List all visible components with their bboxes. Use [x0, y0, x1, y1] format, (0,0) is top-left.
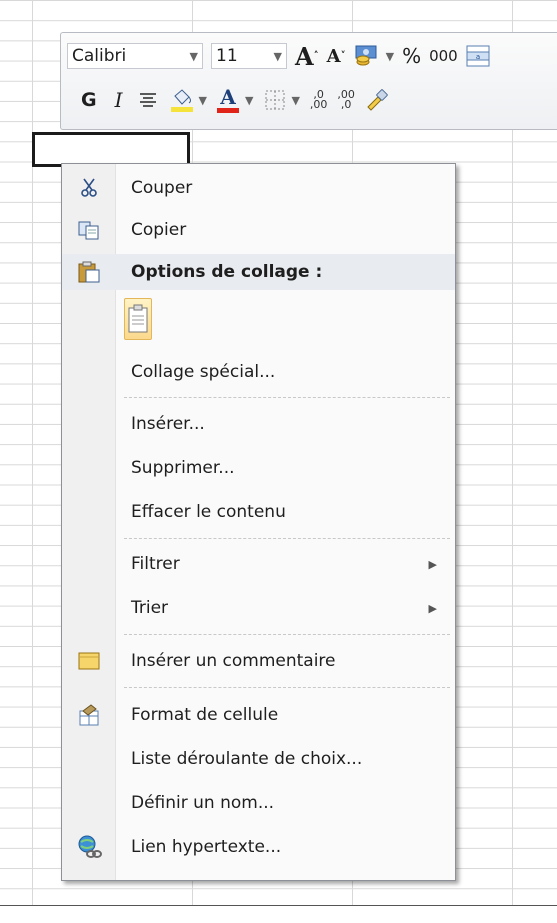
hyperlink-icon — [76, 834, 102, 860]
menu-item-sort[interactable]: Trier ▶ — [62, 590, 455, 626]
format-painter-icon — [367, 89, 388, 111]
chevron-down-icon[interactable]: ▼ — [199, 94, 207, 107]
clipboard-icon — [128, 304, 148, 333]
italic-button[interactable]: I — [115, 85, 123, 115]
borders-icon — [265, 90, 285, 110]
menu-item-label: Supprimer... — [131, 458, 235, 478]
menu-item-label: Copier — [131, 220, 187, 240]
scissors-icon — [76, 175, 102, 201]
menu-item-format-cells[interactable]: Format de cellule — [62, 697, 455, 733]
menu-item-paste-options: Options de collage : — [62, 254, 455, 290]
menu-item-label: Définir un nom... — [131, 793, 275, 813]
menu-item-label: Lien hypertexte... — [131, 837, 282, 857]
chevron-down-icon[interactable]: ▼ — [291, 94, 299, 107]
format-cells-icon — [76, 702, 102, 728]
percent-style-button[interactable]: % — [402, 41, 421, 71]
font-name-combo[interactable]: Calibri ▼ — [67, 43, 203, 69]
menu-item-insert[interactable]: Insérer... — [62, 406, 455, 442]
borders-button[interactable]: ▼ — [265, 85, 300, 115]
menu-item-insert-comment[interactable]: Insérer un commentaire — [62, 643, 455, 679]
submenu-arrow-icon: ▶ — [428, 601, 437, 615]
context-menu: Couper Copier Options de collage : Colla… — [61, 163, 456, 881]
fill-color-button[interactable]: ▼ — [170, 85, 207, 115]
shrink-font-label: A — [326, 45, 341, 67]
bold-button[interactable]: G — [81, 85, 97, 115]
menu-item-label: Format de cellule — [131, 705, 279, 725]
thousands-separator-button[interactable]: 000 — [429, 41, 458, 71]
increase-decimal-button[interactable]: ,0 ,00 — [310, 85, 328, 115]
decrease-decimal-button[interactable]: ,00 ,0 — [337, 85, 355, 115]
chevron-down-icon[interactable]: ▼ — [245, 94, 253, 107]
menu-item-label: Couper — [131, 178, 193, 198]
menu-separator — [124, 634, 450, 635]
merge-cells-icon: a — [466, 45, 490, 67]
money-icon — [355, 45, 377, 66]
paste-option-button[interactable] — [124, 298, 152, 340]
font-name-value: Calibri — [72, 46, 127, 66]
menu-item-filter[interactable]: Filtrer ▶ — [62, 546, 455, 582]
center-align-button[interactable] — [139, 85, 157, 115]
menu-item-delete[interactable]: Supprimer... — [62, 450, 455, 486]
accounting-format-button[interactable]: ▼ — [354, 41, 394, 71]
chevron-down-icon[interactable]: ▼ — [386, 50, 394, 63]
menu-item-label: Insérer un commentaire — [131, 651, 336, 671]
menu-item-copy[interactable]: Copier — [62, 212, 455, 248]
decrease-decimal-bottom: ,0 — [340, 98, 352, 111]
menu-item-paste-special[interactable]: Collage spécial... — [62, 354, 455, 390]
selected-cell[interactable] — [32, 132, 190, 167]
font-color-swatch — [216, 108, 239, 113]
paint-bucket-icon — [173, 89, 191, 105]
menu-item-define-name[interactable]: Définir un nom... — [62, 785, 455, 821]
font-size-value: 11 — [216, 46, 238, 66]
menu-item-cut[interactable]: Couper — [62, 170, 455, 206]
chevron-down-icon[interactable]: ▼ — [190, 50, 198, 63]
menu-item-label: Options de collage : — [131, 262, 323, 282]
menu-item-dropdown-list[interactable]: Liste déroulante de choix... — [62, 741, 455, 777]
sheet-bottom-border — [0, 905, 557, 923]
align-center-icon — [139, 93, 156, 107]
grow-font-button[interactable]: A ˄ — [295, 41, 319, 71]
font-color-letter-icon: A — [220, 85, 236, 109]
grow-font-label: A — [295, 41, 314, 71]
menu-item-label: Insérer... — [131, 414, 205, 434]
copy-icon — [76, 217, 102, 243]
menu-separator — [124, 538, 450, 539]
paste-icon — [76, 259, 102, 285]
menu-item-label: Collage spécial... — [131, 362, 276, 382]
increase-decimal-bottom: ,00 — [309, 98, 328, 111]
menu-separator — [124, 687, 450, 688]
menu-item-label: Liste déroulante de choix... — [131, 749, 363, 769]
menu-separator — [124, 397, 450, 398]
font-size-combo[interactable]: 11 ▼ — [211, 43, 287, 69]
merge-center-button[interactable]: a — [466, 41, 490, 71]
fill-color-swatch — [170, 107, 193, 112]
menu-item-label: Effacer le contenu — [131, 502, 286, 522]
menu-item-label: Filtrer — [131, 554, 180, 574]
menu-item-label: Trier — [131, 598, 169, 618]
svg-text:a: a — [476, 53, 480, 61]
mini-toolbar: Calibri ▼ 11 ▼ A ˄ A ˅ ▼ % 000 a G I ▼ A… — [60, 32, 557, 130]
menu-item-hyperlink[interactable]: Lien hypertexte... — [62, 829, 455, 865]
submenu-arrow-icon: ▶ — [428, 557, 437, 571]
chevron-down-icon[interactable]: ▼ — [274, 50, 282, 63]
font-color-button[interactable]: A ▼ — [216, 85, 253, 115]
comment-icon — [76, 648, 102, 674]
format-painter-button[interactable] — [365, 85, 389, 115]
shrink-font-button[interactable]: A ˅ — [327, 41, 346, 71]
menu-item-clear-contents[interactable]: Effacer le contenu — [62, 494, 455, 530]
